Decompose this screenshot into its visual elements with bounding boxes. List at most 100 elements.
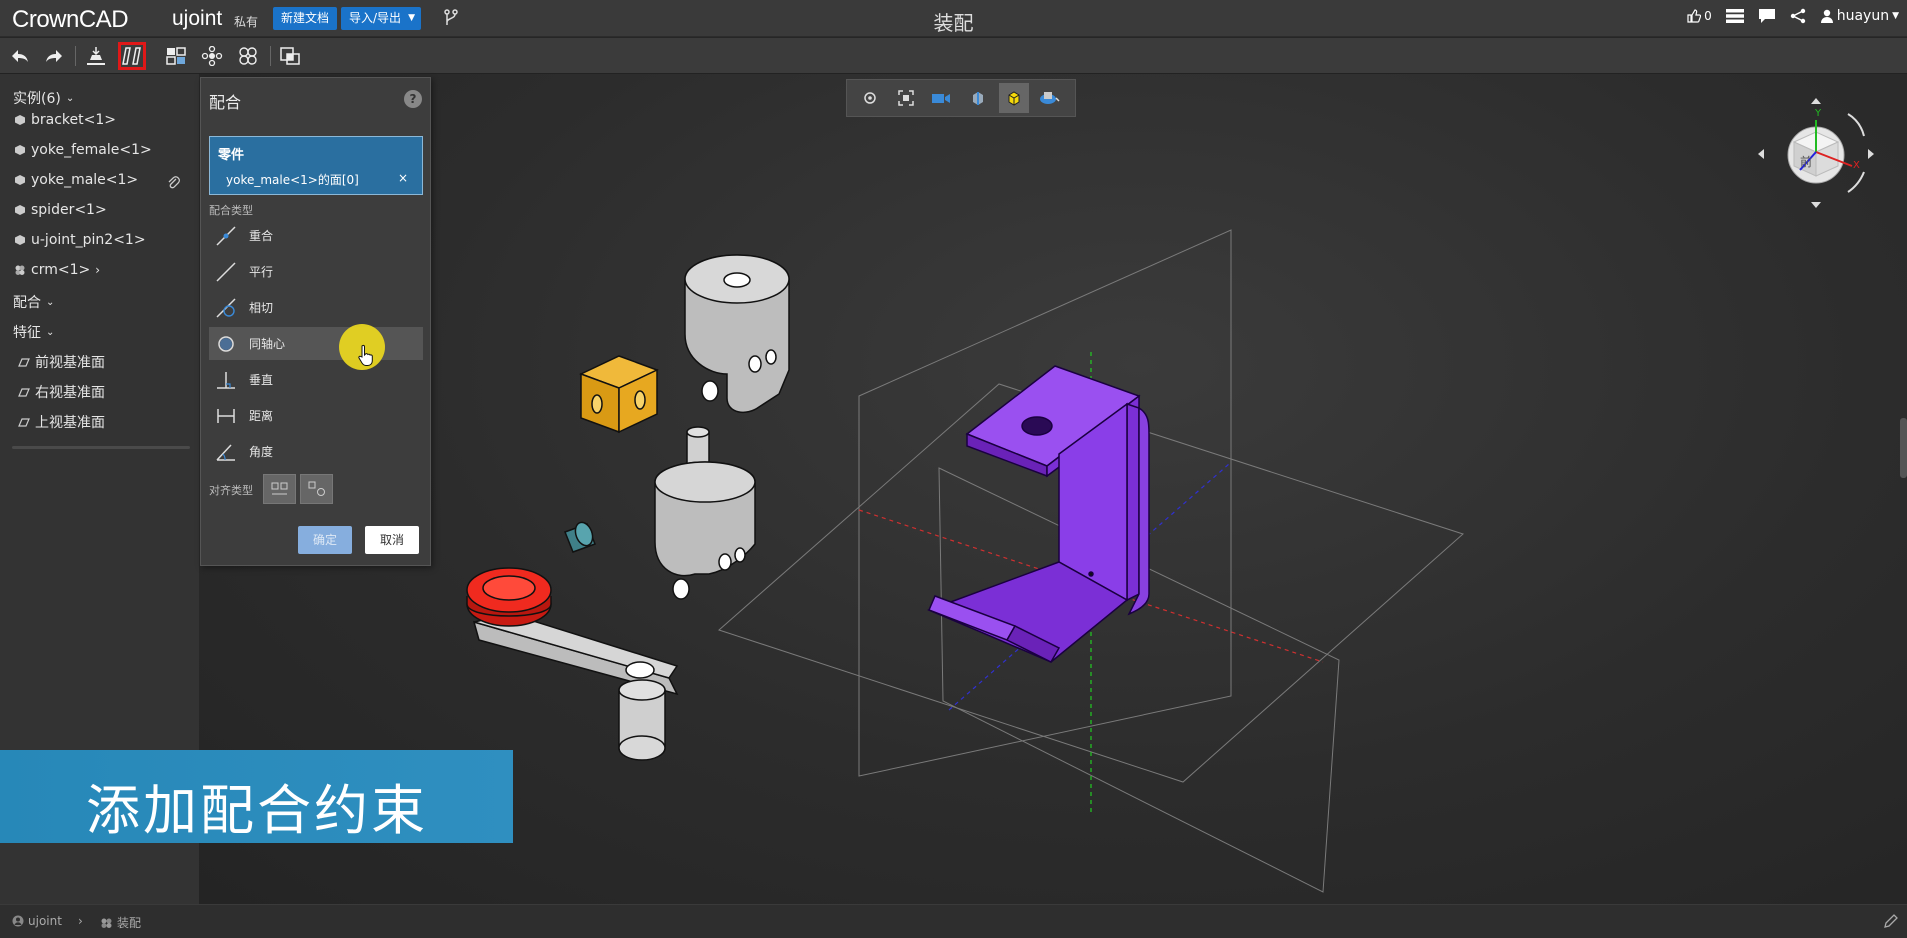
tree-plane-right[interactable]: 右视基准面 — [18, 382, 105, 402]
part-icon — [15, 235, 25, 245]
part-icon — [15, 145, 25, 155]
plane-icon — [18, 388, 30, 397]
fit-icon — [898, 90, 914, 106]
pin-part — [564, 521, 596, 553]
undo-button[interactable] — [6, 42, 34, 70]
align-anti-aligned-button[interactable] — [300, 474, 333, 504]
mate-type-parallel[interactable]: 平行 — [209, 255, 423, 288]
tree-item-label: 右视基准面 — [35, 385, 105, 401]
share-icon[interactable] — [1790, 8, 1806, 24]
yoke-male-part — [654, 426, 756, 600]
arrow-left-icon — [1758, 149, 1764, 159]
undo-icon — [12, 50, 28, 62]
display-style-button[interactable] — [999, 83, 1029, 113]
remove-selection-button[interactable]: × — [398, 171, 408, 185]
cancel-button[interactable]: 取消 — [365, 526, 419, 554]
interference-check-button[interactable] — [276, 42, 304, 70]
parallel-icon — [215, 261, 237, 283]
part-selection-value: yoke_male<1>的面[0] — [226, 173, 359, 187]
tree-item-label: crm<1> — [31, 262, 91, 278]
chevron-down-icon: ⌄ — [46, 326, 55, 338]
mate-type-coincident[interactable]: 重合 — [209, 219, 423, 252]
tree-features-header[interactable]: 特征 ⌄ — [13, 322, 54, 342]
chevron-down-icon: ⌄ — [65, 92, 75, 104]
render-mode-button[interactable] — [1035, 83, 1065, 113]
tree-mates-header[interactable]: 配合 ⌄ — [13, 292, 54, 312]
fit-view-button[interactable] — [891, 83, 921, 113]
tree-item-label: 前视基准面 — [35, 355, 105, 371]
part-selection-box[interactable]: 零件 yoke_male<1>的面[0] × — [209, 136, 423, 195]
import-export-button[interactable]: 导入/导出 ▼ — [341, 7, 422, 30]
angle-icon — [215, 441, 237, 463]
rotate-icon — [1847, 113, 1865, 137]
part-label: 零件 — [218, 148, 245, 163]
user-menu[interactable]: huayun ▼ — [1820, 8, 1899, 24]
mate-type-concentric[interactable]: 同轴心 — [209, 327, 423, 360]
assembly-icon — [15, 265, 25, 275]
tree-item-spider[interactable]: spider<1> — [14, 202, 107, 218]
zoom-extents-button[interactable] — [855, 83, 885, 113]
comment-icon[interactable] — [1758, 8, 1776, 24]
component-group-button[interactable] — [234, 42, 262, 70]
mate-icon — [122, 47, 141, 65]
mate-type-label: 同轴心 — [249, 337, 286, 351]
tree-item-label: yoke_female<1> — [31, 142, 152, 158]
camera-icon — [932, 94, 950, 103]
attachment-icon[interactable] — [166, 174, 180, 190]
spider-cube — [579, 355, 659, 434]
caption-text: 添加配合约束 — [86, 779, 428, 842]
pattern-button[interactable] — [162, 42, 190, 70]
anti-aligned-icon — [308, 481, 325, 496]
privacy-tag: 私有 — [234, 15, 259, 29]
app-logo[interactable]: CrownCAD — [12, 6, 129, 34]
viewport-scroll-handle[interactable] — [1900, 418, 1907, 478]
tree-item-bracket[interactable]: bracket<1> — [14, 112, 116, 128]
tree-item-yoke-female[interactable]: yoke_female<1> — [14, 142, 152, 158]
mate-button[interactable] — [118, 42, 146, 70]
breadcrumb-document[interactable]: ujoint — [12, 914, 62, 928]
help-icon[interactable]: ? — [404, 90, 422, 108]
breadcrumb-assembly[interactable]: 装配 — [100, 914, 141, 931]
tree-plane-front[interactable]: 前视基准面 — [18, 352, 105, 372]
yoke-female-part — [684, 254, 790, 414]
align-aligned-button[interactable] — [263, 474, 296, 504]
concentric-icon — [215, 333, 237, 355]
branch-icon[interactable] — [443, 9, 459, 27]
document-name[interactable]: ujoint — [172, 7, 222, 31]
chevron-right-icon: › — [95, 263, 101, 277]
mate-type-distance[interactable]: 距离 — [209, 399, 423, 432]
mate-type-tangent[interactable]: 相切 — [209, 291, 423, 324]
arrow-down-icon — [1811, 202, 1821, 208]
mate-type-perpendicular[interactable]: 垂直 — [209, 363, 423, 396]
section-view-button[interactable] — [963, 83, 993, 113]
tree-item-u-joint-pin[interactable]: u-joint_pin2<1> — [14, 232, 146, 248]
redo-button[interactable] — [40, 42, 68, 70]
view-toolbar — [846, 79, 1076, 117]
tree-item-yoke-male[interactable]: yoke_male<1> — [14, 172, 138, 188]
caption-banner: 添加配合约束 — [0, 750, 513, 843]
mate-panel-title: 配合 — [209, 93, 242, 112]
tree-item-crm[interactable]: crm<1> › — [14, 262, 100, 278]
user-icon — [1820, 9, 1833, 23]
new-document-button[interactable]: 新建文档 — [273, 7, 338, 30]
confirm-button[interactable]: 确定 — [298, 526, 352, 554]
navigation-cube[interactable]: Y X 前 — [1756, 94, 1876, 214]
view-orientation-button[interactable] — [927, 83, 957, 113]
insert-part-button[interactable] — [82, 42, 110, 70]
mate-type-angle[interactable]: 角度 — [209, 435, 423, 468]
mate-type-label: 重合 — [249, 229, 274, 243]
top-bar: CrownCAD ujoint 私有 新建文档 导入/导出 ▼ 装配 0 hua… — [0, 0, 1907, 37]
list-icon[interactable] — [1725, 9, 1744, 23]
tree-item-label: spider<1> — [31, 202, 107, 218]
rotate-icon — [1847, 171, 1865, 193]
section-icon — [973, 92, 983, 105]
tree-instances-header[interactable]: 实例(6) ⌄ — [13, 88, 74, 108]
bracket-part — [926, 365, 1150, 663]
like-button[interactable]: 0 — [1687, 9, 1712, 23]
edit-icon[interactable] — [1883, 913, 1899, 929]
thumbs-up-icon — [1687, 9, 1702, 23]
tree-item-label: u-joint_pin2<1> — [31, 232, 146, 248]
tree-plane-top[interactable]: 上视基准面 — [18, 412, 105, 432]
explode-button[interactable] — [198, 42, 226, 70]
coincident-icon — [215, 225, 237, 247]
